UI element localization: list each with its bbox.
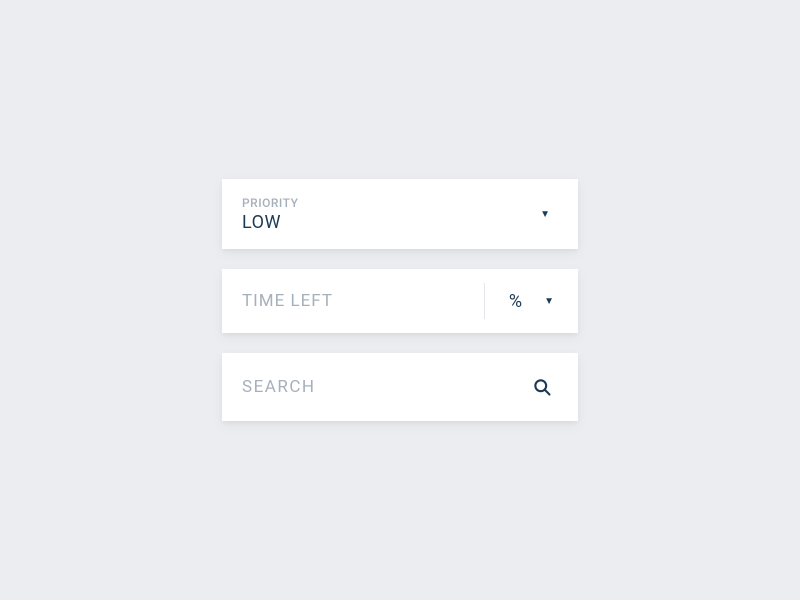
priority-value: LOW	[242, 212, 540, 233]
priority-label: PRIORITY	[242, 196, 540, 210]
priority-select[interactable]: PRIORITY LOW ▼	[222, 179, 578, 249]
search-field	[222, 353, 578, 421]
unit-value: %	[509, 291, 522, 312]
time-left-field: % ▼	[222, 269, 578, 333]
chevron-down-icon: ▼	[544, 296, 554, 307]
search-icon[interactable]	[532, 377, 558, 397]
unit-select[interactable]: % ▼	[484, 283, 558, 319]
search-input[interactable]	[242, 377, 532, 397]
priority-content: PRIORITY LOW	[242, 196, 540, 233]
chevron-down-icon: ▼	[540, 209, 558, 220]
time-left-input[interactable]	[242, 291, 484, 311]
